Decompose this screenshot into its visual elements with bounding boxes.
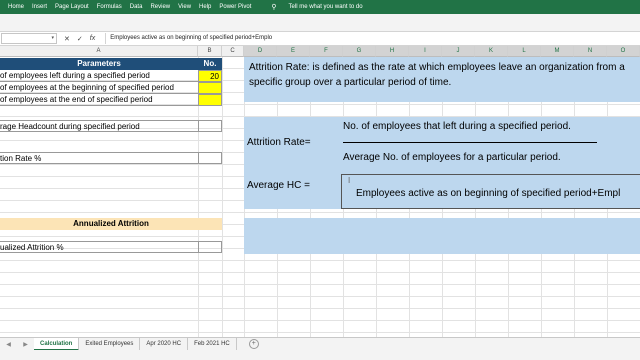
label-employees-left[interactable]: of employees left during a specified per…	[0, 70, 198, 82]
formula-numerator: No. of employees that left during a spec…	[343, 121, 571, 132]
status-bar	[0, 350, 640, 360]
input-employees-end[interactable]	[198, 94, 222, 106]
tell-me-label: Tell me what you want to do	[288, 4, 363, 10]
insert-function-icon[interactable]: fx	[90, 35, 95, 42]
tab-insert[interactable]: Insert	[32, 4, 47, 10]
sheet-tab-bar: ◀ ▶ Calculation Exited Employees Apr 202…	[0, 337, 640, 351]
label-employees-beginning[interactable]: of employees at the beginning of specifi…	[0, 82, 198, 94]
formula-input[interactable]: Employees active as on beginning of spec…	[105, 33, 640, 44]
chevron-down-icon[interactable]: ▾	[51, 35, 54, 41]
tab-power-pivot[interactable]: Power Pivot	[219, 4, 251, 10]
annualized-attrition-header[interactable]: Annualized Attrition	[0, 218, 222, 230]
tab-review[interactable]: Review	[150, 4, 170, 10]
sheet-tab-exited-employees[interactable]: Exited Employees	[79, 337, 141, 351]
value-annualized-attrition[interactable]	[198, 241, 222, 253]
column-header-i[interactable]: I	[409, 46, 442, 57]
label-annualized-attrition[interactable]: ualized Attrition %	[0, 241, 198, 253]
parameters-header[interactable]: Parameters	[0, 58, 198, 70]
cancel-icon[interactable]: ✕	[64, 35, 70, 43]
column-header-f[interactable]: F	[310, 46, 343, 57]
sheet-nav[interactable]: ◀ ▶	[0, 341, 34, 348]
label-average-headcount[interactable]: rage Headcount during specified period	[0, 120, 198, 132]
column-header-n[interactable]: N	[574, 46, 607, 57]
formula-bar: ▾ ✕ ✓ fx Employees active as on beginnin…	[0, 32, 640, 46]
column-header-m[interactable]: M	[541, 46, 574, 57]
tab-view[interactable]: View	[178, 4, 191, 10]
tab-page-layout[interactable]: Page Layout	[55, 4, 89, 10]
tell-me-search[interactable]: ⚲ Tell me what you want to do	[263, 3, 362, 11]
formula-denominator: Average No. of employees for a particula…	[343, 152, 561, 163]
ribbon-toolbar	[0, 14, 640, 32]
annualized-note-box	[244, 218, 640, 254]
sheet-tab-calculation[interactable]: Calculation	[34, 337, 80, 351]
column-header-e[interactable]: E	[277, 46, 310, 57]
text-cursor-icon: I	[348, 176, 351, 185]
input-employees-beginning[interactable]	[198, 82, 222, 94]
column-header-l[interactable]: L	[508, 46, 541, 57]
tab-data[interactable]: Data	[130, 4, 143, 10]
column-header-g[interactable]: G	[343, 46, 376, 57]
scroll-left-icon[interactable]: ◀	[6, 341, 11, 348]
fraction-bar	[343, 142, 597, 143]
average-hc-textbox[interactable]: I Employees active as on beginning of sp…	[341, 174, 640, 209]
tab-formulas[interactable]: Formulas	[97, 4, 122, 10]
enter-icon[interactable]: ✓	[77, 35, 83, 43]
no-header[interactable]: No.	[198, 58, 222, 70]
column-header-h[interactable]: H	[376, 46, 409, 57]
value-attrition-rate[interactable]	[198, 152, 222, 164]
name-box[interactable]: ▾	[1, 33, 57, 44]
plus-circle-icon[interactable]: +	[248, 339, 259, 349]
gridline	[222, 57, 223, 337]
input-employees-left[interactable]: 20	[198, 70, 222, 82]
column-header-a[interactable]: A	[0, 46, 198, 57]
sheet-tab-feb-2021-hc[interactable]: Feb 2021 HC	[188, 337, 237, 351]
attrition-rate-label: Attrition Rate=	[247, 137, 311, 148]
label-employees-end[interactable]: of employees at the end of specified per…	[0, 94, 198, 106]
column-header-c[interactable]: C	[222, 46, 244, 57]
tab-help[interactable]: Help	[199, 4, 211, 10]
scroll-right-icon[interactable]: ▶	[23, 341, 28, 348]
definition-text: Attrition Rate: is defined as the rate a…	[249, 62, 625, 88]
ribbon-tab-strip: Home Insert Page Layout Formulas Data Re…	[0, 0, 640, 14]
column-header-j[interactable]: J	[442, 46, 475, 57]
average-hc-label: Average HC =	[247, 180, 310, 191]
column-header-k[interactable]: K	[475, 46, 508, 57]
label-attrition-rate[interactable]: tion Rate %	[0, 152, 198, 164]
column-header-d[interactable]: D	[244, 46, 277, 57]
lightbulb-icon: ⚲	[271, 4, 277, 11]
value-average-headcount[interactable]	[198, 120, 222, 132]
sheet-tab-apr-2020-hc[interactable]: Apr 2020 HC	[140, 337, 189, 351]
column-header-o[interactable]: O	[607, 46, 640, 57]
column-header-b[interactable]: B	[198, 46, 222, 57]
average-hc-text[interactable]: Employees active as on beginning of spec…	[356, 186, 620, 201]
tab-home[interactable]: Home	[8, 4, 24, 10]
